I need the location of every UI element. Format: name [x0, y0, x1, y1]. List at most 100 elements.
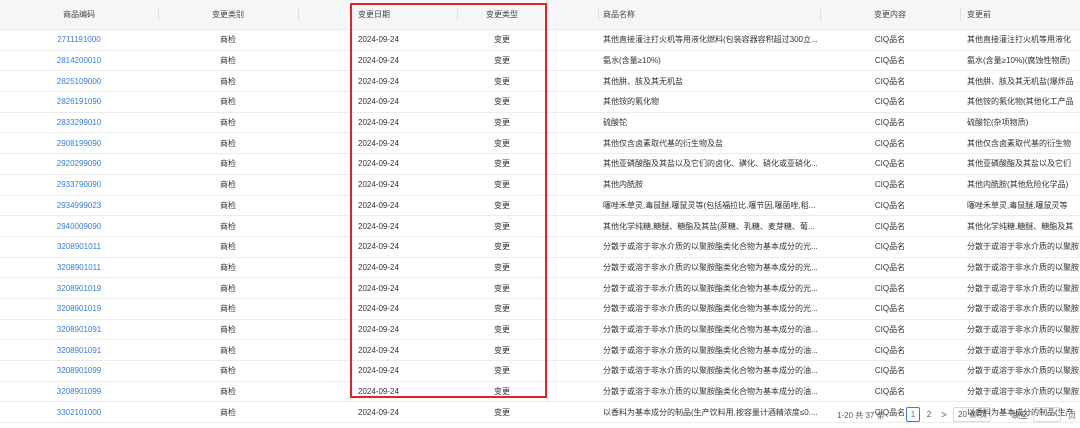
change-date-cell: 2024-09-24: [358, 262, 399, 272]
product-code-link[interactable]: 2826191090: [0, 92, 158, 112]
before-value-cell: 分散于或溶于非水介质的以聚胺: [967, 387, 1079, 397]
column-divider: [298, 8, 299, 21]
table-row[interactable]: 3208901019 商检 2024-09-24 变更 分散于或溶于非水介质的以聚胺酯类…: [0, 299, 1080, 320]
table-row[interactable]: 3208901099 商检 2024-09-24 变更 分散于或溶于非水介质的以聚胺酯类…: [0, 361, 1080, 382]
table-row[interactable]: 3208901099 商检 2024-09-24 变更 分散于或溶于非水介质的以聚胺酯类…: [0, 382, 1080, 403]
product-name-cell: 其他亚磷酸酯及其盐以及它们的卤化、磺化、硝化或亚硝化...: [603, 159, 818, 169]
column-header-content[interactable]: 变更内容: [820, 0, 960, 29]
product-code-link[interactable]: 3208901099: [0, 361, 158, 381]
product-code-link[interactable]: 3208901019: [0, 278, 158, 298]
column-header-date[interactable]: 变更日期: [352, 0, 457, 29]
change-date-cell: 2024-09-24: [358, 76, 399, 86]
page-size-select[interactable]: 20 条/页 ∨: [953, 407, 991, 422]
column-header-code[interactable]: 商品编码: [0, 0, 158, 29]
change-content-cell: CIQ品名: [874, 221, 906, 231]
change-type-cell: 变更: [494, 242, 510, 252]
change-category-cell: 商检: [220, 283, 236, 293]
product-code-link[interactable]: 2908199090: [0, 133, 158, 153]
product-name-cell: 分散于或溶于非水介质的以聚胺酯类化合物为基本成分的光...: [603, 304, 818, 314]
product-name-cell: 其他化学纯糖,糖醚、糖酯及其盐(蔗糖、乳糖、麦芽糖、葡...: [603, 221, 815, 231]
change-category-cell: 商检: [220, 304, 236, 314]
table-row[interactable]: 3208901091 商检 2024-09-24 变更 分散于或溶于非水介质的以聚胺酯类…: [0, 320, 1080, 341]
table-row[interactable]: 2908199090 商检 2024-09-24 变更 其他仅含卤素取代基的衍生物及盐 C…: [0, 133, 1080, 155]
product-code-link[interactable]: 2934999023: [0, 196, 158, 216]
before-value-cell: 硫酸铊(杂项物质): [967, 118, 1029, 128]
change-date-cell: 2024-09-24: [358, 97, 399, 107]
table-row[interactable]: 2934999023 商检 2024-09-24 变更 噻唑禾草灵,毒鼠醚,噻鼠灵等(包…: [0, 196, 1080, 217]
product-code-link[interactable]: 3208901091: [0, 320, 158, 340]
product-code-link[interactable]: 3208901091: [0, 340, 158, 360]
change-category-cell: 商检: [220, 242, 236, 252]
change-category-cell: 商检: [220, 366, 236, 376]
change-category-cell: 商检: [220, 159, 236, 169]
table-row[interactable]: 2833299010 商检 2024-09-24 变更 硫酸铊 CIQ品名 硫酸铊(杂项物质…: [0, 113, 1080, 134]
product-code-link[interactable]: 3208901011: [0, 258, 158, 278]
before-value-cell: 氨水(含量≥10%)(腐蚀性物质): [967, 56, 1071, 66]
change-category-cell: 商检: [220, 324, 236, 334]
product-name-cell: 分散于或溶于非水介质的以聚胺酯类化合物为基本成分的光...: [603, 262, 818, 272]
table-header: 商品编码 变更类别 变更日期 变更类型 商品名称 变更内容 变更前: [0, 0, 1080, 30]
next-page-icon[interactable]: >: [941, 410, 947, 421]
change-type-cell: 变更: [494, 56, 510, 66]
goto-page-input[interactable]: [1033, 407, 1061, 422]
change-type-cell: 变更: [494, 180, 510, 190]
before-value-cell: 分散于或溶于非水介质的以聚胺: [967, 283, 1079, 293]
table-row[interactable]: 3208901011 商检 2024-09-24 变更 分散于或溶于非水介质的以聚胺酯类…: [0, 237, 1080, 258]
before-value-cell: 其他内酰胺(其他危险化学品): [967, 180, 1069, 190]
page-button-2[interactable]: 2: [922, 407, 936, 422]
column-divider: [960, 8, 961, 21]
change-category-cell: 商检: [220, 262, 236, 272]
product-name-cell: 氨水(含量≥10%): [603, 56, 661, 66]
product-code-link[interactable]: 2833299010: [0, 113, 158, 133]
page-button-1[interactable]: 1: [906, 407, 920, 422]
product-name-cell: 分散于或溶于非水介质的以聚胺酯类化合物为基本成分的油...: [603, 345, 818, 355]
product-code-link[interactable]: 2711191000: [0, 30, 158, 50]
chevron-down-icon: ∨: [981, 411, 987, 419]
product-code-link[interactable]: 3208901019: [0, 299, 158, 319]
table-row[interactable]: 2826191090 商检 2024-09-24 变更 其他铵的氟化物 CIQ品名 其他铵的…: [0, 92, 1080, 113]
change-content-cell: CIQ品名: [874, 345, 906, 355]
column-header-category[interactable]: 变更类别: [158, 0, 298, 29]
column-header-type[interactable]: 变更类型: [457, 0, 547, 29]
product-name-cell: 其他直接灌注打火机等用液化燃料(包装容器容积超过300立...: [603, 35, 818, 45]
table-row[interactable]: 2933790090 商检 2024-09-24 变更 其他内酰胺 CIQ品名 其他内酰胺(…: [0, 175, 1080, 196]
change-content-cell: CIQ品名: [874, 56, 906, 66]
table-row[interactable]: 3208901011 商检 2024-09-24 变更 分散于或溶于非水介质的以聚胺酯类…: [0, 258, 1080, 279]
column-header-before[interactable]: 变更前: [967, 0, 1080, 29]
prev-page-icon[interactable]: <: [892, 410, 898, 421]
goto-label: 跳至: [1012, 410, 1028, 420]
change-type-cell: 变更: [494, 345, 510, 355]
table-row[interactable]: 2711191000 商检 2024-09-24 变更 其他直接灌注打火机等用液化燃料(…: [0, 30, 1080, 51]
change-date-cell: 2024-09-24: [358, 138, 399, 148]
change-type-cell: 变更: [494, 159, 510, 169]
column-header-name[interactable]: 商品名称: [603, 0, 820, 29]
change-type-cell: 变更: [494, 387, 510, 397]
change-date-cell: 2024-09-24: [358, 345, 399, 355]
change-date-cell: 2024-09-24: [358, 118, 399, 128]
before-value-cell: 其他肼、胲及其无机盐(爆炸品: [967, 76, 1074, 86]
table-row[interactable]: 3208901019 商检 2024-09-24 变更 分散于或溶于非水介质的以聚胺酯类…: [0, 278, 1080, 299]
product-code-link[interactable]: 2920299090: [0, 154, 158, 174]
change-type-cell: 变更: [494, 262, 510, 272]
table-row[interactable]: 2825109000 商检 2024-09-24 变更 其他肼、胲及其无机盐 CIQ品名 其…: [0, 71, 1080, 93]
product-code-link[interactable]: 3208901011: [0, 237, 158, 257]
change-date-cell: 2024-09-24: [358, 159, 399, 169]
product-code-link[interactable]: 3208901099: [0, 382, 158, 402]
product-code-link[interactable]: 2933790090: [0, 175, 158, 195]
change-type-cell: 变更: [494, 97, 510, 107]
change-date-cell: 2024-09-24: [358, 283, 399, 293]
table-row[interactable]: 2814200010 商检 2024-09-24 变更 氨水(含量≥10%) CIQ品名 氨…: [0, 51, 1080, 72]
table-row[interactable]: 3208901091 商检 2024-09-24 变更 分散于或溶于非水介质的以聚胺酯类…: [0, 340, 1080, 361]
before-value-cell: 其他亚磷酸酯及其盐以及它们: [967, 159, 1071, 169]
change-type-cell: 变更: [494, 138, 510, 148]
change-category-cell: 商检: [220, 118, 236, 128]
table-row[interactable]: 2940009090 商检 2024-09-24 变更 其他化学纯糖,糖醚、糖酯及其盐(…: [0, 216, 1080, 237]
product-code-link[interactable]: 2825109000: [0, 71, 158, 91]
table-body: 2711191000 商检 2024-09-24 变更 其他直接灌注打火机等用液化燃料(…: [0, 30, 1080, 424]
change-content-cell: CIQ品名: [874, 35, 906, 45]
product-code-link[interactable]: 2814200010: [0, 51, 158, 71]
product-name-cell: 分散于或溶于非水介质的以聚胺酯类化合物为基本成分的油...: [603, 387, 818, 397]
table-row[interactable]: 2920299090 商检 2024-09-24 变更 其他亚磷酸酯及其盐以及它们的卤化…: [0, 154, 1080, 175]
goto-suffix: 页: [1068, 410, 1076, 420]
product-code-link[interactable]: 2940009090: [0, 216, 158, 236]
